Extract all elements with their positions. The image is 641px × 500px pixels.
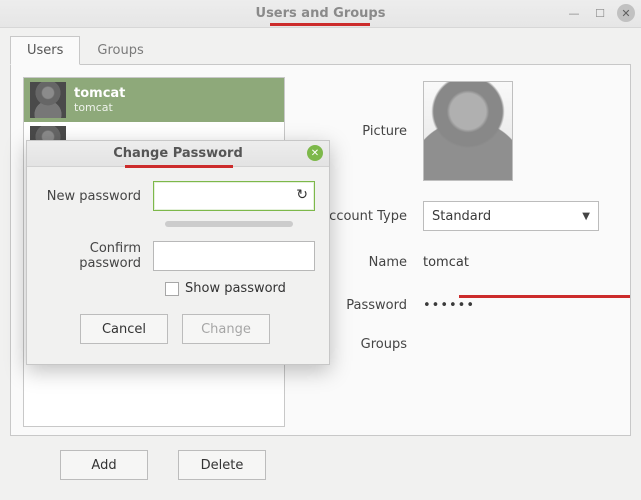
dialog-titlebar: Change Password ✕ — [27, 141, 329, 167]
label-groups: Groups — [317, 337, 423, 352]
new-password-input[interactable]: ↻ — [153, 181, 315, 211]
account-type-value: Standard — [432, 209, 491, 224]
maximize-icon[interactable]: ☐ — [591, 4, 609, 22]
label-confirm-password: Confirm password — [35, 241, 153, 271]
cancel-button[interactable]: Cancel — [80, 314, 168, 344]
user-detail: Picture Account Type Standard ▼ Name tom… — [297, 65, 630, 435]
password-strength-meter — [165, 221, 293, 227]
user-name: tomcat — [74, 86, 125, 101]
close-icon[interactable]: ✕ — [307, 145, 323, 161]
minimize-icon[interactable]: — — [565, 4, 583, 22]
window-controls: — ☐ ✕ — [565, 4, 635, 22]
name-value[interactable]: tomcat — [423, 251, 469, 274]
label-password: Password — [317, 298, 423, 313]
avatar-icon — [30, 82, 66, 118]
show-password-label: Show password — [185, 281, 286, 296]
change-password-dialog: Change Password ✕ New password ↻ Confirm… — [26, 140, 330, 365]
chevron-down-icon: ▼ — [582, 211, 590, 222]
dialog-title: Change Password — [113, 146, 243, 161]
close-icon[interactable]: ✕ — [617, 4, 635, 22]
tabs: Users Groups — [10, 36, 631, 65]
label-picture: Picture — [317, 124, 423, 139]
tab-groups[interactable]: Groups — [80, 36, 160, 65]
list-item[interactable]: tomcat tomcat — [24, 78, 284, 122]
label-name: Name — [317, 255, 423, 270]
user-sub: tomcat — [74, 101, 125, 114]
account-type-select[interactable]: Standard ▼ — [423, 201, 599, 231]
user-portrait[interactable] — [423, 81, 513, 181]
window-title: Users and Groups — [256, 6, 386, 21]
show-password-checkbox[interactable] — [165, 282, 179, 296]
tab-users[interactable]: Users — [10, 36, 80, 65]
annotation-underline — [125, 165, 233, 168]
delete-button[interactable]: Delete — [178, 450, 266, 480]
annotation-underline — [459, 295, 630, 298]
generate-password-icon[interactable]: ↻ — [296, 187, 308, 203]
add-button[interactable]: Add — [60, 450, 148, 480]
new-password-field[interactable] — [154, 182, 314, 210]
annotation-underline — [270, 23, 370, 26]
confirm-password-field[interactable] — [154, 242, 314, 270]
label-new-password: New password — [35, 189, 153, 204]
change-button[interactable]: Change — [182, 314, 270, 344]
confirm-password-input[interactable] — [153, 241, 315, 271]
footer-buttons: Add Delete — [60, 450, 631, 480]
label-account-type: Account Type — [317, 209, 423, 224]
